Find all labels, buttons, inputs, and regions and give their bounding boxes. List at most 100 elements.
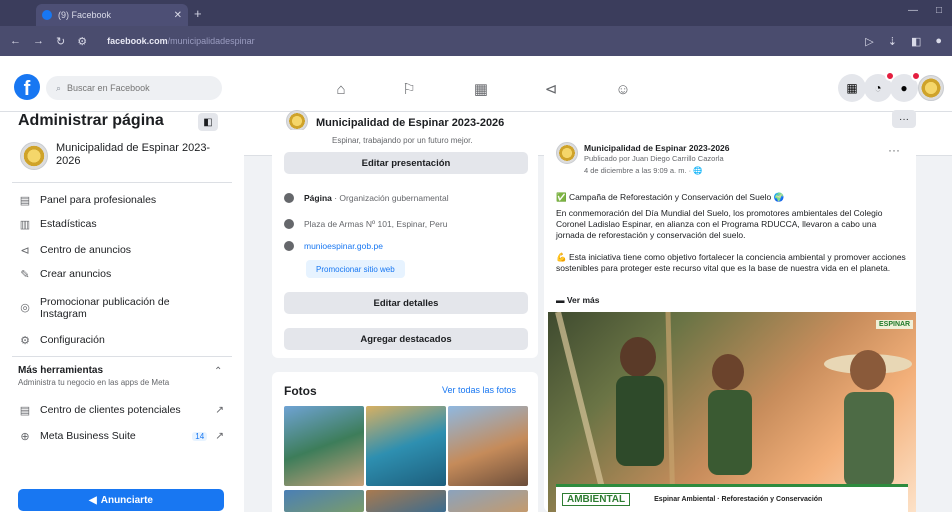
account-icon[interactable]: ● — [935, 35, 942, 48]
photos-title: Fotos — [284, 384, 317, 398]
close-tab-icon[interactable]: ✕ — [174, 10, 182, 21]
info-category: Página · Organización gubernamental — [284, 190, 449, 206]
window-controls: — □ — [908, 5, 942, 16]
minimize-icon[interactable]: — — [908, 5, 918, 16]
megaphone-icon: ◀ — [89, 494, 97, 506]
globe-icon — [284, 241, 294, 251]
watch-icon[interactable]: ☺ — [612, 78, 634, 100]
sidebar-item-meta-business-suite[interactable]: ⊕ Meta Business Suite 14 ↗ — [18, 426, 224, 446]
sidebar-item-create-ads[interactable]: ✎ Crear anuncios — [18, 264, 111, 284]
post-author-avatar[interactable] — [556, 142, 578, 164]
page-bar-avatar[interactable] — [286, 110, 308, 132]
photo-thumbnail[interactable] — [448, 406, 528, 486]
sidebar-item-settings[interactable]: ⚙ Configuración — [18, 330, 105, 350]
sidebar-toggle-icon[interactable]: ◧ — [911, 35, 921, 48]
address-bar: ← → ↻ ⚙ facebook.com/municipalidadespina… — [0, 26, 952, 56]
search-input[interactable] — [67, 83, 198, 93]
dashboard-icon: ▤ — [19, 194, 31, 207]
instagram-icon: ◎ — [20, 301, 30, 314]
see-all-photos-link[interactable]: Ver todas las fotos — [442, 385, 516, 395]
sidebar-item-label: Centro de clientes potenciales — [40, 404, 181, 416]
edit-presentation-button[interactable]: Editar presentación — [284, 152, 528, 174]
sidebar-item-statistics[interactable]: ▥ Estadísticas — [18, 214, 97, 234]
url-field[interactable]: facebook.com/municipalidadespinar — [107, 36, 255, 46]
post-image[interactable] — [548, 312, 916, 512]
edit-details-button[interactable]: Editar detalles — [284, 292, 528, 314]
more-tools-title: Más herramientas — [18, 365, 104, 376]
photo-thumbnail[interactable] — [284, 406, 364, 486]
website-link[interactable]: munioespinar.gob.pe — [304, 241, 383, 251]
reload-icon[interactable]: ↻ — [56, 35, 65, 48]
sidebar-title: Administrar página — [18, 112, 164, 129]
divider — [12, 182, 232, 183]
download-icon[interactable]: ⇣ — [888, 35, 897, 48]
location-pin-icon — [284, 219, 294, 229]
intro-bio: Espinar, trabajando por un futuro mejor. — [332, 136, 473, 145]
tab-title: (9) Facebook — [58, 10, 112, 20]
new-tab-icon[interactable]: + — [194, 6, 202, 21]
back-icon[interactable]: ← — [10, 35, 21, 47]
promote-label: Anunciarte — [100, 494, 153, 506]
category-label: Página — [304, 193, 332, 203]
post-paragraph: En conmemoración del Día Mundial del Sue… — [556, 208, 883, 240]
promote-button[interactable]: ◀ Anunciarte — [18, 489, 224, 511]
photo-thumbnail[interactable] — [448, 490, 528, 512]
post-paragraph: 💪 Esta iniciativa tiene como objetivo fo… — [556, 252, 906, 273]
ads-megaphone-icon[interactable]: ⊲ — [540, 78, 562, 100]
photo-thumbnail[interactable] — [366, 490, 446, 512]
sidebar-item-label: Promocionar publicación de Instagram — [40, 296, 170, 320]
page-avatar[interactable] — [20, 142, 48, 170]
external-link-icon: ↗ — [215, 430, 224, 442]
url-path: /municipalidadespinar — [167, 36, 255, 46]
megaphone-icon: ⊲ — [20, 244, 30, 257]
extensions-icon[interactable]: ▷ — [865, 35, 873, 48]
post-author-name[interactable]: Municipalidad de Espinar 2023-2026 — [584, 143, 730, 153]
sidebar-item-promote-instagram[interactable]: ◎ Promocionar publicación de Instagram — [18, 296, 200, 324]
sidebar-item-label: Panel para profesionales — [40, 194, 157, 206]
post-date[interactable]: 4 de diciembre a las 9:09 a. m. · 🌐 — [584, 166, 703, 175]
post-options-icon[interactable]: ··· — [888, 143, 900, 157]
info-address: Plaza de Armas Nº 101, Espinar, Peru — [284, 216, 447, 232]
divider — [12, 356, 232, 357]
search-box[interactable]: ⌕ — [46, 76, 222, 100]
add-featured-button[interactable]: Agregar destacados — [284, 328, 528, 350]
facebook-logo-icon[interactable]: f — [14, 74, 40, 100]
post-image-scene — [555, 312, 912, 512]
image-logo: ESPINAR — [876, 320, 914, 329]
browser-actions: ▷ ⇣ ◧ ● — [865, 35, 942, 48]
see-more-link[interactable]: ▬ Ver más — [556, 295, 599, 305]
info-website: munioespinar.gob.pe — [284, 238, 383, 254]
address-text: Plaza de Armas Nº 101, Espinar, Peru — [304, 219, 448, 229]
facebook-favicon-icon — [42, 10, 52, 20]
browser-tab[interactable]: (9) Facebook ✕ — [36, 4, 188, 26]
flag-icon[interactable]: ⚐ — [398, 78, 420, 100]
maximize-icon[interactable]: □ — [936, 5, 942, 16]
external-link-icon: ↗ — [215, 404, 224, 416]
sidebar-item-ad-center[interactable]: ⊲ Centro de anuncios — [18, 240, 131, 260]
url-host: facebook.com — [107, 36, 168, 46]
marketplace-icon[interactable]: ▦ — [470, 78, 492, 100]
search-icon: ⌕ — [56, 82, 62, 93]
photo-thumbnail[interactable] — [284, 490, 364, 512]
home-icon[interactable]: ⌂ — [330, 78, 352, 100]
sidebar-page-name[interactable]: Municipalidad de Espinar 2023-2026 — [56, 142, 216, 168]
promote-website-button[interactable]: Promocionar sitio web — [306, 260, 405, 278]
profile-avatar[interactable] — [918, 75, 944, 101]
more-tools-subtitle: Administra tu negocio en las apps de Met… — [18, 378, 170, 387]
menu-grid-icon[interactable]: ▦ — [838, 74, 866, 102]
pencil-icon: ✎ — [20, 268, 30, 281]
notifications-icon[interactable]: ● — [890, 71, 921, 102]
sidebar-collapse-icon[interactable]: ◧ — [198, 113, 218, 131]
category-value: · Organización gubernamental — [331, 193, 449, 203]
sidebar-item-lead-center[interactable]: ▤ Centro de clientes potenciales ↗ — [18, 400, 224, 420]
site-info-icon[interactable]: ⚙ — [77, 35, 87, 48]
info-icon — [284, 193, 294, 203]
messenger-icon[interactable]: ◔ — [864, 71, 895, 102]
sidebar-item-professional-dashboard[interactable]: ▤ Panel para profesionales — [18, 190, 156, 210]
sidebar-item-label: Centro de anuncios — [40, 244, 132, 256]
sidebar-item-label: Configuración — [40, 334, 105, 346]
chevron-up-icon[interactable]: ⌃ — [214, 366, 222, 377]
forward-icon[interactable]: → — [33, 35, 44, 47]
more-options-button[interactable]: ··· — [892, 110, 916, 128]
photo-thumbnail[interactable] — [366, 406, 446, 486]
